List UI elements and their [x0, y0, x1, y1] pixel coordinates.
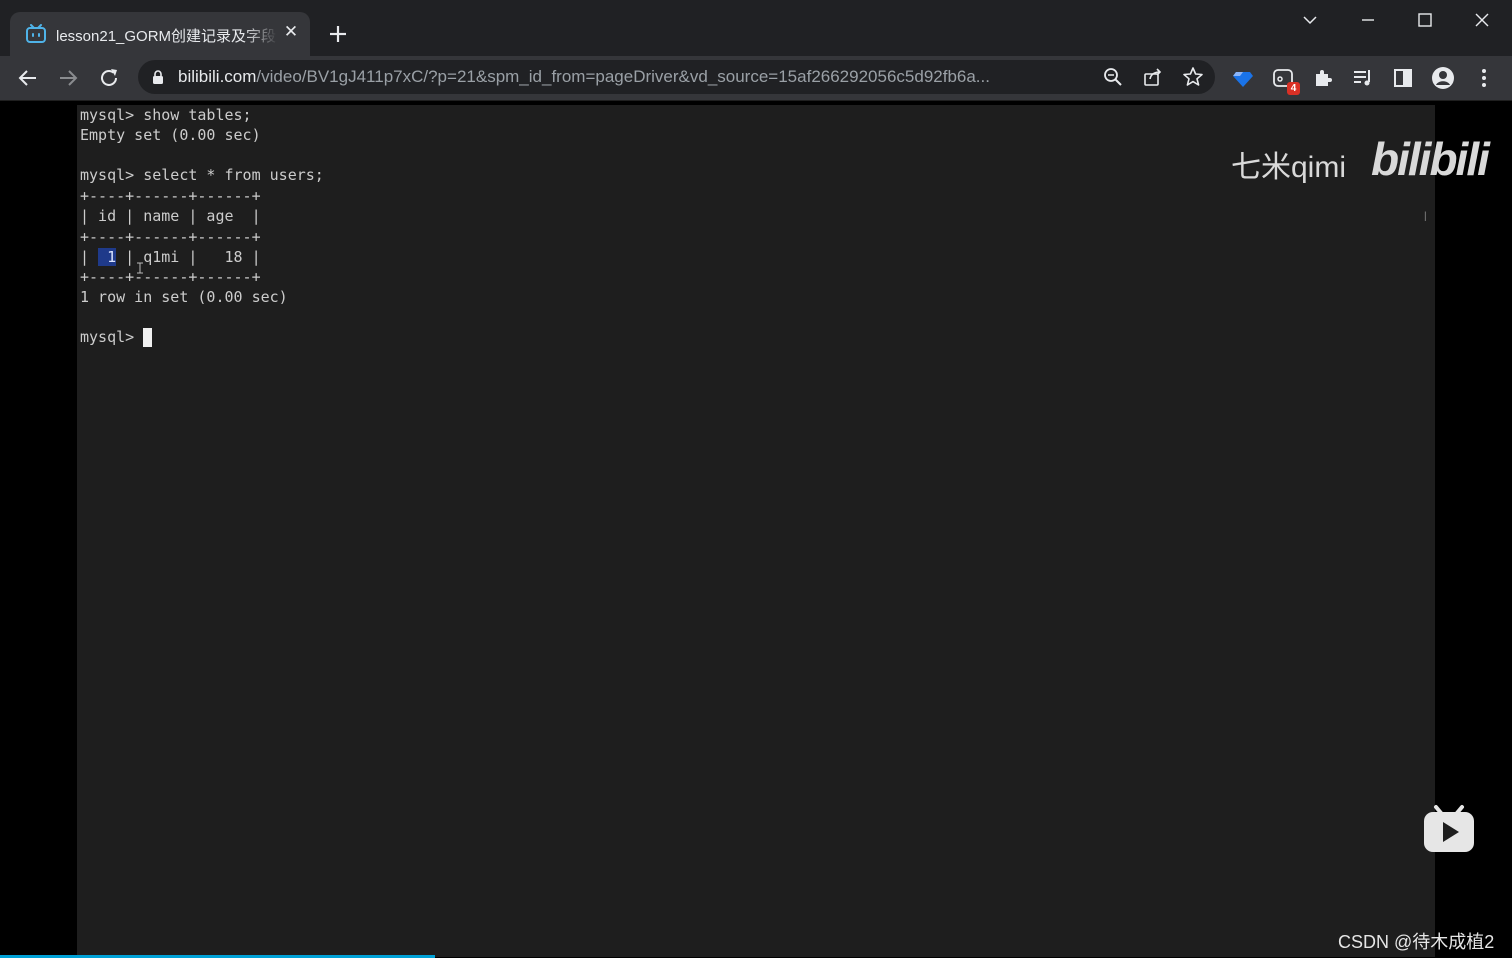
toolbar: bilibili.com/video/BV1gJ411p7xC/?p=21&sp… — [0, 56, 1512, 101]
profile-avatar-icon[interactable] — [1431, 66, 1455, 90]
share-icon[interactable] — [1142, 66, 1164, 88]
terminal-result-row: | 1 | q1mi | 18 | — [80, 247, 261, 267]
text-cursor-icon — [137, 262, 143, 274]
bilibili-tv-icon — [26, 24, 46, 43]
csdn-watermark: CSDN @待木成植2 — [1338, 932, 1495, 952]
url-path: /video/BV1gJ411p7xC/?p=21&spm_id_from=pa… — [256, 67, 990, 86]
terminal-line: +----+------+------+ — [80, 268, 261, 286]
terminal-cursor — [143, 328, 152, 347]
terminal-line: 1 row in set (0.00 sec) — [80, 288, 288, 306]
forward-arrow-icon[interactable] — [56, 66, 80, 90]
back-arrow-icon[interactable] — [16, 66, 40, 90]
scrollbar-tick: | — [1424, 211, 1427, 222]
close-window-icon[interactable] — [1468, 8, 1496, 32]
minimize-icon[interactable] — [1354, 8, 1382, 32]
bilibili-logo: bilibili — [1371, 133, 1490, 185]
lock-icon[interactable] — [150, 69, 166, 85]
media-queue-icon[interactable] — [1351, 66, 1375, 90]
terminal-line: +----+------+------+ — [80, 187, 261, 205]
tab-close-icon[interactable]: ✕ — [282, 23, 300, 41]
zoom-icon[interactable] — [1102, 66, 1124, 88]
bookmark-star-icon[interactable] — [1182, 66, 1204, 88]
reload-icon[interactable] — [97, 66, 121, 90]
video-player[interactable]: mysql> show tables; Empty set (0.00 sec)… — [0, 101, 1512, 958]
side-panel-icon[interactable] — [1391, 66, 1415, 90]
url-host: bilibili.com — [178, 67, 257, 86]
tab-lesson21[interactable]: lesson21_GORM创建记录及字段 ✕ — [10, 12, 310, 56]
address-bar[interactable]: bilibili.com/video/BV1gJ411p7xC/?p=21&sp… — [138, 60, 1215, 94]
tab-search-chevron-icon[interactable] — [1296, 8, 1324, 32]
extension-badge-count: 4 — [1287, 82, 1300, 95]
terminal-line: | id | name | age | — [80, 207, 261, 225]
terminal-line: Empty set (0.00 sec) — [80, 126, 261, 144]
terminal-prompt: mysql> — [80, 328, 144, 346]
bilibili-play-logo-icon[interactable] — [1422, 803, 1476, 853]
maximize-icon[interactable] — [1411, 8, 1439, 32]
video-watermark: 七米qimi bilibili — [1231, 132, 1490, 185]
watermark-text: 七米qimi — [1231, 151, 1347, 184]
tab-title: lesson21_GORM创建记录及字段 — [56, 28, 277, 45]
kebab-menu-icon[interactable] — [1472, 66, 1496, 90]
terminal-line: mysql> show tables; — [80, 106, 252, 124]
browser-window: lesson21_GORM创建记录及字段 ✕ bilibili.com/vide… — [0, 0, 1512, 958]
gem-extension-icon[interactable] — [1231, 66, 1255, 90]
selected-id-cell: 1 — [98, 248, 117, 266]
terminal-screen: mysql> show tables; Empty set (0.00 sec)… — [77, 105, 1435, 957]
new-tab-plus-icon[interactable] — [326, 22, 350, 46]
extensions-puzzle-icon[interactable] — [1311, 66, 1335, 90]
url-text[interactable]: bilibili.com/video/BV1gJ411p7xC/?p=21&sp… — [178, 67, 1088, 87]
tab-strip: lesson21_GORM创建记录及字段 ✕ — [0, 0, 1512, 56]
terminal-line: mysql> select * from users; — [80, 166, 324, 184]
terminal-line: +----+------+------+ — [80, 228, 261, 246]
row-prefix: | — [80, 248, 99, 266]
